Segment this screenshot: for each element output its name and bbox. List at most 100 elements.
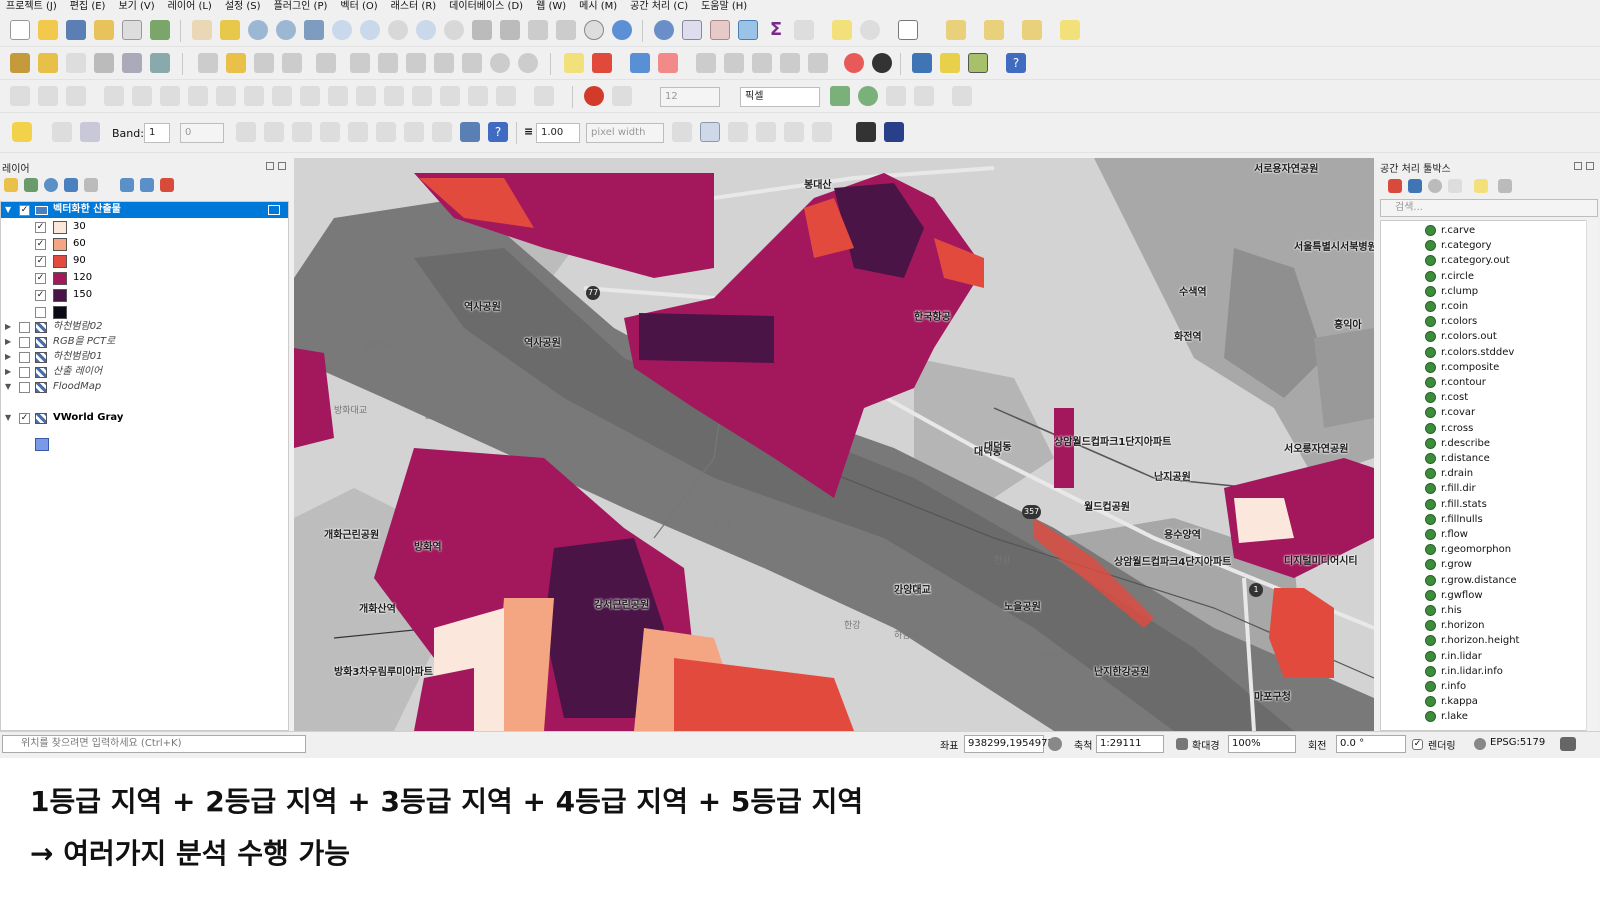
graphical-modeler-icon[interactable] [940, 53, 960, 73]
algorithm-item[interactable]: r.his [1425, 603, 1462, 618]
data-source-manager-icon[interactable] [10, 53, 30, 73]
zoom-full-icon[interactable] [304, 20, 324, 40]
select-by-value-icon[interactable] [984, 20, 1004, 40]
shape-tool-icon[interactable] [784, 122, 804, 142]
collapse-all-icon[interactable] [140, 178, 154, 192]
toggle-editing-icon[interactable] [226, 53, 246, 73]
algorithm-item[interactable]: r.covar [1425, 405, 1475, 420]
layer-labeling-icon[interactable] [592, 53, 612, 73]
layer-row[interactable]: ▶ 산출 레이어 [1, 364, 288, 380]
scissors-tool-icon[interactable] [432, 122, 452, 142]
menu-item[interactable]: 플러그인 (P) [274, 0, 328, 13]
snap-intersection-icon[interactable] [858, 86, 878, 106]
toggle-coordinate-icon[interactable] [1048, 737, 1062, 751]
algorithm-item[interactable]: r.gwflow [1425, 588, 1483, 603]
algorithm-item[interactable]: r.flow [1425, 527, 1468, 542]
expand-arrow-icon[interactable]: ▶ [5, 334, 11, 350]
menu-item[interactable]: 레이어 (L) [168, 0, 212, 13]
models-icon[interactable] [1388, 179, 1402, 193]
layer-checkbox[interactable] [19, 367, 30, 378]
deselect-all-icon[interactable] [1022, 20, 1042, 40]
reshape-features-icon[interactable] [300, 86, 320, 106]
layer-style-indicator-icon[interactable] [268, 205, 280, 215]
legend-class-row[interactable]: ✓ 150 [1, 287, 288, 303]
legend-class-row[interactable]: ✓ 30 [1, 219, 288, 235]
toolbox-close-icon[interactable] [1586, 162, 1594, 170]
reverse-line-icon[interactable] [356, 86, 376, 106]
label-diagram-icon[interactable] [630, 53, 650, 73]
menu-item[interactable]: 래스터 (R) [391, 0, 437, 13]
add-polygon-icon[interactable] [282, 53, 302, 73]
digitize-icon[interactable] [94, 53, 114, 73]
menu-item[interactable]: 공간 처리 (C) [630, 0, 688, 13]
temporal-controller-icon[interactable] [584, 20, 604, 40]
label-toolbar-icon[interactable] [564, 53, 584, 73]
mesh-editing-icon[interactable] [12, 122, 32, 142]
new-bookmark-icon[interactable] [528, 20, 548, 40]
algorithm-item[interactable]: r.composite [1425, 360, 1499, 375]
algorithm-item[interactable]: r.kappa [1425, 694, 1478, 709]
profile-icon[interactable] [348, 122, 368, 142]
pipette-icon[interactable] [52, 122, 72, 142]
new-3d-view-icon[interactable] [500, 20, 520, 40]
new-map-view-icon[interactable] [472, 20, 492, 40]
pan-to-selection-icon[interactable] [220, 20, 240, 40]
new-temp-layer-icon[interactable] [122, 53, 142, 73]
identify-icon[interactable] [654, 20, 674, 40]
render-checkbox[interactable]: ✓ [1412, 739, 1423, 750]
raster-help-icon[interactable]: ? [488, 122, 508, 142]
highlight-labels-icon[interactable] [658, 53, 678, 73]
add-ring-icon[interactable] [160, 86, 180, 106]
menu-item[interactable]: 데이터베이스 (D) [449, 0, 523, 13]
toolbox-scrollbar[interactable] [1586, 220, 1598, 731]
legend-class-checkbox[interactable]: ✓ [35, 256, 46, 267]
algorithm-item[interactable]: r.cross [1425, 421, 1473, 436]
add-group-icon[interactable] [24, 178, 38, 192]
layer-3d-icon[interactable] [856, 122, 876, 142]
menu-item[interactable]: 보기 (V) [118, 0, 154, 13]
legend-class-row[interactable] [1, 304, 288, 320]
algorithm-item[interactable]: r.clump [1425, 284, 1478, 299]
transform-tool-icon[interactable] [404, 122, 424, 142]
new-virtual-layer-icon[interactable] [150, 53, 170, 73]
construction-icon[interactable] [38, 86, 58, 106]
copy-features-icon[interactable] [434, 53, 454, 73]
algorithm-item[interactable]: r.carve [1425, 223, 1475, 238]
menu-item[interactable]: 설정 (S) [225, 0, 261, 13]
menu-item[interactable]: 프로젝트 (J) [6, 0, 57, 13]
rotate-label-icon[interactable] [780, 53, 800, 73]
expand-arrow-icon[interactable]: ▼ [5, 379, 11, 395]
save-project-icon[interactable] [66, 20, 86, 40]
zoom-next-icon[interactable] [444, 20, 464, 40]
layer-row[interactable]: ▶ 하천범람02 [1, 319, 288, 335]
legend-class-checkbox[interactable]: ✓ [35, 239, 46, 250]
save-edits-icon[interactable] [254, 53, 274, 73]
zoom-in-icon[interactable] [248, 20, 268, 40]
toolbox-float-icon[interactable] [1574, 162, 1582, 170]
algorithm-item[interactable]: r.fill.dir [1425, 481, 1476, 496]
offset-symbols-icon[interactable] [534, 86, 554, 106]
paste-features-icon[interactable] [462, 53, 482, 73]
algorithm-item[interactable]: r.grow [1425, 557, 1472, 572]
layer-row[interactable]: ▶ RGB을 PCT로 [1, 334, 288, 350]
algorithm-item[interactable]: r.in.lidar [1425, 649, 1482, 664]
field-calculator-icon[interactable] [710, 20, 730, 40]
new-print-layout-icon[interactable] [94, 20, 114, 40]
open-styling-icon[interactable] [4, 178, 18, 192]
algorithm-item[interactable]: r.lake [1425, 709, 1468, 724]
add-part-icon[interactable] [188, 86, 208, 106]
algorithm-item[interactable]: r.info [1425, 679, 1466, 694]
expand-arrow-icon[interactable]: ▶ [5, 349, 11, 365]
crs-globe-icon[interactable] [1474, 738, 1486, 750]
menu-item[interactable]: 웹 (W) [536, 0, 566, 13]
legend-class-row[interactable]: ✓ 60 [1, 236, 288, 252]
coordinate-input[interactable]: 938299,1954972 [964, 735, 1054, 753]
advanced-digitize-icon[interactable] [10, 86, 30, 106]
color-swatch-icon[interactable] [80, 122, 100, 142]
band-select[interactable]: 1 [144, 123, 170, 143]
delete-selected-icon[interactable] [378, 53, 398, 73]
menu-item[interactable]: 도움말 (H) [701, 0, 747, 13]
legend-class-checkbox[interactable]: ✓ [35, 222, 46, 233]
undo-icon[interactable] [490, 53, 510, 73]
width-input[interactable]: 1.00 [536, 123, 580, 143]
